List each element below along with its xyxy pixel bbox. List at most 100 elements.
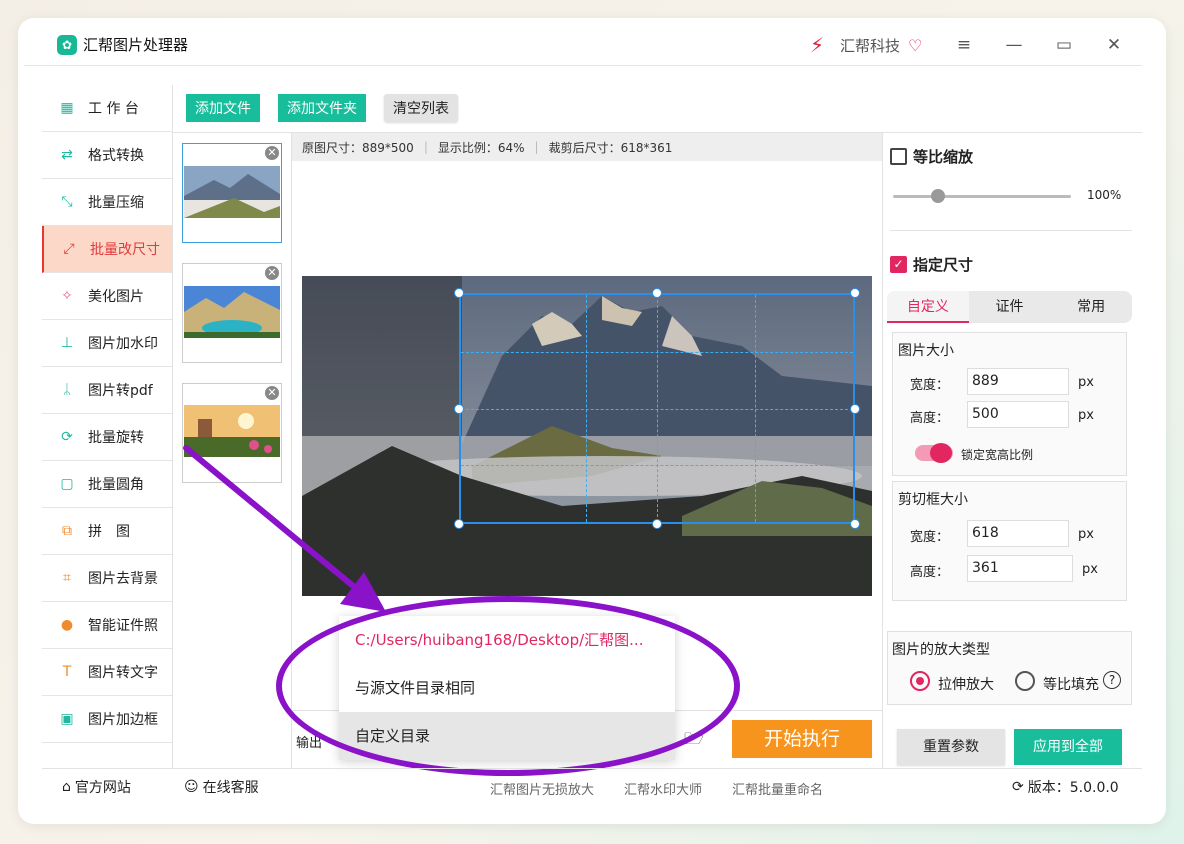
scale-value: 100%: [1087, 188, 1122, 202]
crop-width-label: 宽度：: [910, 530, 950, 545]
tab-common[interactable]: 常用: [1050, 291, 1132, 323]
width-unit: px: [1078, 375, 1094, 390]
service-link[interactable]: ☺ 在线客服: [184, 777, 259, 797]
grid-icon: ▦: [60, 100, 74, 116]
scale-slider[interactable]: [893, 195, 1071, 198]
annotation-arrow: [183, 445, 386, 612]
crop-handle-bottom-left[interactable]: [454, 519, 464, 529]
thumbnail-image: [184, 286, 280, 338]
crop-handle-top[interactable]: [652, 288, 662, 298]
crop-height-input[interactable]: 361: [967, 555, 1073, 582]
sidebar-item-beautify[interactable]: ✧ 美化图片: [42, 273, 172, 320]
lock-ratio-toggle-knob[interactable]: [930, 443, 952, 463]
specify-size-option[interactable]: ✓ 指定尺寸: [890, 254, 973, 275]
sidebar-item-id-photo[interactable]: ● 智能证件照: [42, 602, 172, 649]
sidebar-item-label: 美化图片: [88, 289, 144, 305]
sidebar-item-label: 图片转pdf: [88, 383, 153, 399]
remove-thumbnail-icon[interactable]: ✕: [265, 386, 279, 400]
crop-handle-right[interactable]: [850, 404, 860, 414]
beautify-icon: ✧: [61, 288, 73, 304]
crop-box[interactable]: [459, 293, 855, 524]
apply-all-button[interactable]: 应用到全部: [1014, 729, 1122, 765]
crop-handle-bottom-right[interactable]: [850, 519, 860, 529]
sidebar-item-rotate[interactable]: ⟳ 批量旋转: [42, 414, 172, 461]
footer-link-upscale[interactable]: 汇帮图片无损放大: [490, 779, 594, 798]
round-corner-icon: ▢: [60, 476, 74, 492]
help-icon[interactable]: ?: [1103, 671, 1121, 689]
proportional-scale-option[interactable]: 等比缩放: [890, 146, 973, 167]
fill-label: 等比填充: [1043, 677, 1099, 693]
brand[interactable]: ⚡ 汇帮科技 ♡: [810, 34, 922, 56]
proportional-checkbox[interactable]: [890, 148, 907, 165]
close-icon[interactable]: ✕: [1101, 32, 1127, 58]
sidebar-item-label: 工 作 台: [88, 101, 139, 117]
sidebar-item-border[interactable]: ▣ 图片加边框: [42, 696, 172, 743]
display-scale: 显示比例：64%: [437, 140, 525, 155]
sidebar-item-label: 图片加水印: [88, 336, 158, 352]
cropped-size: 裁剪后尺寸：618*361: [548, 140, 673, 155]
thumbnail-2[interactable]: ✕: [182, 263, 282, 363]
thumbnail-1[interactable]: ✕: [182, 143, 282, 243]
annotation-ellipse: [276, 596, 740, 776]
crop-width-input[interactable]: 618: [967, 520, 1069, 547]
crop-handle-left[interactable]: [454, 404, 464, 414]
panel-divider: [890, 230, 1132, 231]
width-input[interactable]: 889: [967, 368, 1069, 395]
crop-height-label: 高度：: [910, 565, 950, 580]
sidebar-item-label: 批量压缩: [88, 195, 144, 211]
sidebar-item-label: 批量圆角: [88, 477, 144, 493]
add-folder-button[interactable]: 添加文件夹: [278, 94, 366, 122]
start-button[interactable]: 开始执行: [732, 720, 872, 758]
sidebar-item-watermark[interactable]: ⊥ 图片加水印: [42, 320, 172, 367]
thumbnail-image: [184, 166, 280, 218]
maximize-icon[interactable]: ▭: [1051, 32, 1077, 58]
remove-thumbnail-icon[interactable]: ✕: [265, 146, 279, 160]
version-info[interactable]: ⟳ 版本：5.0.0.0: [1012, 777, 1119, 797]
sidebar-item-resize[interactable]: ⤢ 批量改尺寸: [42, 226, 172, 273]
clear-list-button[interactable]: 清空列表: [384, 94, 458, 122]
convert-icon: ⇄: [61, 147, 73, 163]
image-info-bar: 原图尺寸：889*500 | 显示比例：64% | 裁剪后尺寸：618*361: [292, 133, 882, 161]
brand-name: 汇帮科技: [840, 36, 901, 55]
headset-icon: ☺: [184, 779, 199, 795]
info-separator: |: [423, 140, 428, 154]
menu-icon[interactable]: ≡: [951, 32, 977, 58]
crop-handle-top-left[interactable]: [454, 288, 464, 298]
sidebar-item-workbench[interactable]: ▦ 工 作 台: [42, 85, 172, 132]
sidebar-item-format[interactable]: ⇄ 格式转换: [42, 132, 172, 179]
add-file-button[interactable]: 添加文件: [186, 94, 260, 122]
footer-link-watermark[interactable]: 汇帮水印大师: [624, 779, 702, 798]
sidebar-item-collage[interactable]: ⧉ 拼 图: [42, 508, 172, 555]
tab-custom[interactable]: 自定义: [887, 291, 969, 323]
minimize-icon[interactable]: —: [1001, 32, 1027, 58]
sidebar-item-remove-bg[interactable]: ⌗ 图片去背景: [42, 555, 172, 602]
website-link[interactable]: ⌂ 官方网站: [62, 777, 131, 797]
sidebar-item-pdf[interactable]: ᛦ 图片转pdf: [42, 367, 172, 414]
sidebar-divider: [172, 85, 173, 768]
crop-handle-top-right[interactable]: [850, 288, 860, 298]
specify-size-label: 指定尺寸: [913, 256, 974, 274]
fill-radio[interactable]: [1015, 671, 1035, 691]
height-input[interactable]: 500: [967, 401, 1069, 428]
enlarge-type-title: 图片的放大类型: [892, 642, 990, 658]
sidebar-item-round[interactable]: ▢ 批量圆角: [42, 461, 172, 508]
reset-button[interactable]: 重置参数: [897, 729, 1005, 765]
specify-size-checkbox[interactable]: ✓: [890, 256, 907, 273]
compress-icon: ⤡: [61, 194, 73, 210]
scale-slider-handle[interactable]: [931, 189, 945, 203]
sidebar-item-compress[interactable]: ⤡ 批量压缩: [42, 179, 172, 226]
tab-id[interactable]: 证件: [969, 291, 1051, 323]
stamp-icon: ⊥: [60, 335, 74, 351]
remove-thumbnail-icon[interactable]: ✕: [265, 266, 279, 280]
crop-grid-line: [461, 351, 853, 353]
width-label: 宽度：: [910, 378, 950, 393]
rotate-icon: ⟳: [61, 429, 73, 445]
website-label: 官方网站: [74, 780, 131, 796]
heart-icon[interactable]: ♡: [908, 36, 922, 55]
info-separator: |: [534, 140, 539, 154]
footer-link-rename[interactable]: 汇帮批量重命名: [732, 779, 823, 798]
version-label: 版本：5.0.0.0: [1027, 780, 1119, 796]
stretch-radio[interactable]: [910, 671, 930, 691]
crop-handle-bottom[interactable]: [652, 519, 662, 529]
sidebar-item-ocr[interactable]: T 图片转文字: [42, 649, 172, 696]
